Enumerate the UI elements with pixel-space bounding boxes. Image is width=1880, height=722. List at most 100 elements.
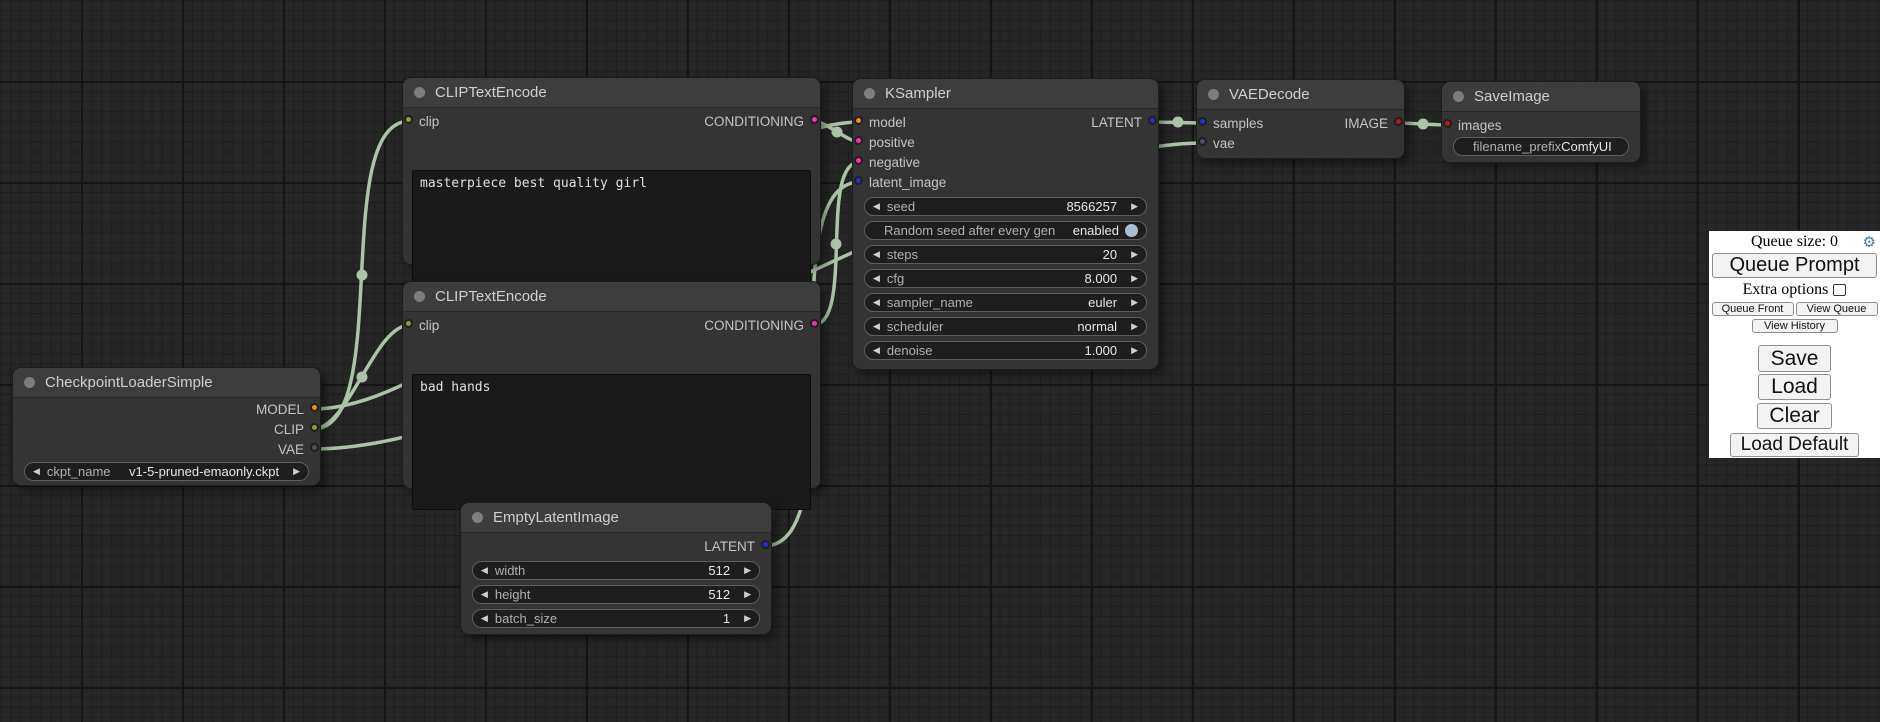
link-midpoint-dot bbox=[831, 239, 842, 250]
link-midpoint-dot bbox=[832, 127, 843, 138]
node-title: VAEDecode bbox=[1229, 86, 1310, 103]
port-dot-latent-output[interactable] bbox=[1148, 116, 1157, 125]
port-dot-latent-image-input[interactable] bbox=[854, 176, 863, 185]
node-titlebar[interactable]: CLIPTextEncode bbox=[403, 282, 820, 312]
link-midpoint-dot bbox=[357, 372, 368, 383]
decrement-arrow-icon[interactable]: ◀ bbox=[873, 298, 880, 307]
widget-denoise[interactable]: ◀ denoise 1.000 ▶ bbox=[864, 341, 1147, 360]
port-dot-conditioning-output[interactable] bbox=[810, 319, 819, 328]
widget-width[interactable]: ◀ width 512 ▶ bbox=[472, 561, 760, 580]
port-dot-vae-output[interactable] bbox=[310, 443, 319, 452]
link-midpoint-dot bbox=[1418, 119, 1429, 130]
widget-height[interactable]: ◀ height 512 ▶ bbox=[472, 585, 760, 604]
node-titlebar[interactable]: CheckpointLoaderSimple bbox=[13, 368, 320, 398]
node-title: CLIPTextEncode bbox=[435, 288, 547, 305]
port-row-model-latent: model LATENT bbox=[853, 112, 1158, 132]
widget-batch-size[interactable]: ◀ batch_size 1 ▶ bbox=[472, 609, 760, 628]
node-titlebar[interactable]: SaveImage bbox=[1442, 82, 1640, 112]
collapse-dot[interactable] bbox=[414, 87, 425, 98]
port-dot-positive-input[interactable] bbox=[854, 136, 863, 145]
decrement-arrow-icon[interactable]: ◀ bbox=[873, 202, 880, 211]
increment-arrow-icon[interactable]: ▶ bbox=[1131, 202, 1138, 211]
increment-arrow-icon[interactable]: ▶ bbox=[1131, 322, 1138, 331]
node-save-image[interactable]: SaveImage images filename_prefix ComfyUI bbox=[1442, 82, 1640, 162]
node-clip-text-encode-positive[interactable]: CLIPTextEncode clip CONDITIONING masterp… bbox=[403, 78, 820, 264]
node-titlebar[interactable]: EmptyLatentImage bbox=[461, 503, 771, 533]
port-dot-model-input[interactable] bbox=[854, 116, 863, 125]
port-row-samples-image: samples IMAGE bbox=[1197, 113, 1404, 133]
node-titlebar[interactable]: CLIPTextEncode bbox=[403, 78, 820, 108]
settings-gear-icon[interactable]: ⚙ bbox=[1863, 233, 1876, 251]
prompt-text-box[interactable]: masterpiece best quality girl bbox=[412, 170, 811, 287]
widget-seed[interactable]: ◀ seed 8566257 ▶ bbox=[864, 197, 1147, 216]
port-dot-samples-input[interactable] bbox=[1198, 117, 1207, 126]
node-title: CLIPTextEncode bbox=[435, 84, 547, 101]
view-history-button[interactable]: View History bbox=[1752, 319, 1838, 333]
widget-random-seed-toggle[interactable]: Random seed after every gen enabled bbox=[864, 221, 1147, 240]
port-dot-image-output[interactable] bbox=[1394, 117, 1403, 126]
port-dot-clip-output[interactable] bbox=[310, 423, 319, 432]
node-empty-latent-image[interactable]: EmptyLatentImage LATENT ◀ width 512 ▶ ◀ … bbox=[461, 503, 771, 634]
port-dot-latent-output[interactable] bbox=[761, 540, 770, 549]
increment-arrow-icon[interactable]: ▶ bbox=[1131, 346, 1138, 355]
port-dot-negative-input[interactable] bbox=[854, 156, 863, 165]
decrement-arrow-icon[interactable]: ◀ bbox=[481, 590, 488, 599]
decrement-arrow-icon[interactable]: ◀ bbox=[873, 346, 880, 355]
collapse-dot[interactable] bbox=[472, 512, 483, 523]
port-row: clip CONDITIONING bbox=[403, 111, 820, 131]
port-dot-images-input[interactable] bbox=[1443, 119, 1452, 128]
decrement-arrow-icon[interactable]: ◀ bbox=[33, 467, 40, 476]
node-vae-decode[interactable]: VAEDecode samples IMAGE vae bbox=[1197, 80, 1404, 158]
port-dot-model-output[interactable] bbox=[310, 403, 319, 412]
widget-ckpt-name[interactable]: ◀ ckpt_name v1-5-pruned-emaonly.ckpt ▶ bbox=[24, 462, 309, 481]
prompt-text-box[interactable]: bad hands bbox=[412, 374, 811, 510]
collapse-dot[interactable] bbox=[1453, 91, 1464, 102]
link-midpoint-dot bbox=[357, 270, 368, 281]
widget-steps[interactable]: ◀ steps 20 ▶ bbox=[864, 245, 1147, 264]
node-titlebar[interactable]: VAEDecode bbox=[1197, 80, 1404, 110]
increment-arrow-icon[interactable]: ▶ bbox=[1131, 250, 1138, 259]
node-ksampler[interactable]: KSampler model LATENT positive negative … bbox=[853, 79, 1158, 369]
node-titlebar[interactable]: KSampler bbox=[853, 79, 1158, 109]
decrement-arrow-icon[interactable]: ◀ bbox=[873, 322, 880, 331]
decrement-arrow-icon[interactable]: ◀ bbox=[481, 614, 488, 623]
collapse-dot[interactable] bbox=[24, 377, 35, 388]
extra-options-checkbox[interactable] bbox=[1833, 284, 1846, 296]
port-dot-vae-input[interactable] bbox=[1198, 137, 1207, 146]
view-queue-button[interactable]: View Queue bbox=[1796, 302, 1878, 316]
collapse-dot[interactable] bbox=[414, 291, 425, 302]
increment-arrow-icon[interactable]: ▶ bbox=[744, 566, 751, 575]
node-checkpoint-loader-simple[interactable]: CheckpointLoaderSimple MODEL CLIP VAE ◀ … bbox=[13, 368, 320, 485]
decrement-arrow-icon[interactable]: ◀ bbox=[873, 274, 880, 283]
collapse-dot[interactable] bbox=[864, 88, 875, 99]
increment-arrow-icon[interactable]: ▶ bbox=[1131, 274, 1138, 283]
decrement-arrow-icon[interactable]: ◀ bbox=[873, 250, 880, 259]
save-button[interactable]: Save bbox=[1758, 345, 1832, 372]
port-dot-clip-input[interactable] bbox=[404, 319, 413, 328]
clear-button[interactable]: Clear bbox=[1757, 403, 1831, 429]
port-dot-clip-input[interactable] bbox=[404, 115, 413, 124]
increment-arrow-icon[interactable]: ▶ bbox=[1131, 298, 1138, 307]
increment-arrow-icon[interactable]: ▶ bbox=[744, 614, 751, 623]
collapse-dot[interactable] bbox=[1208, 89, 1219, 100]
widget-cfg[interactable]: ◀ cfg 8.000 ▶ bbox=[864, 269, 1147, 288]
extra-options-label: Extra options bbox=[1743, 281, 1829, 299]
queue-front-button[interactable]: Queue Front bbox=[1712, 302, 1794, 316]
increment-arrow-icon[interactable]: ▶ bbox=[744, 590, 751, 599]
increment-arrow-icon[interactable]: ▶ bbox=[293, 467, 300, 476]
widget-scheduler[interactable]: ◀ scheduler normal ▶ bbox=[864, 317, 1147, 336]
queue-prompt-button[interactable]: Queue Prompt bbox=[1712, 253, 1877, 278]
load-button[interactable]: Load bbox=[1758, 374, 1831, 400]
port-dot-conditioning-output[interactable] bbox=[810, 115, 819, 124]
queue-menu-panel: Queue size: 0 ⚙ Queue Prompt Extra optio… bbox=[1709, 231, 1880, 458]
widget-filename-prefix[interactable]: filename_prefix ComfyUI bbox=[1453, 137, 1629, 156]
node-clip-text-encode-negative[interactable]: CLIPTextEncode clip CONDITIONING bad han… bbox=[403, 282, 820, 488]
comfyui-canvas[interactable]: { "colors": { "link": "#abc4a7", "title_… bbox=[0, 0, 1880, 722]
decrement-arrow-icon[interactable]: ◀ bbox=[481, 566, 488, 575]
load-default-button[interactable]: Load Default bbox=[1730, 433, 1860, 457]
port-row-positive: positive bbox=[853, 132, 1158, 152]
port-row-latent-image: latent_image bbox=[853, 172, 1158, 192]
widget-sampler-name[interactable]: ◀ sampler_name euler ▶ bbox=[864, 293, 1147, 312]
link-midpoint-dot bbox=[1173, 117, 1184, 128]
toggle-dot[interactable] bbox=[1125, 224, 1138, 237]
